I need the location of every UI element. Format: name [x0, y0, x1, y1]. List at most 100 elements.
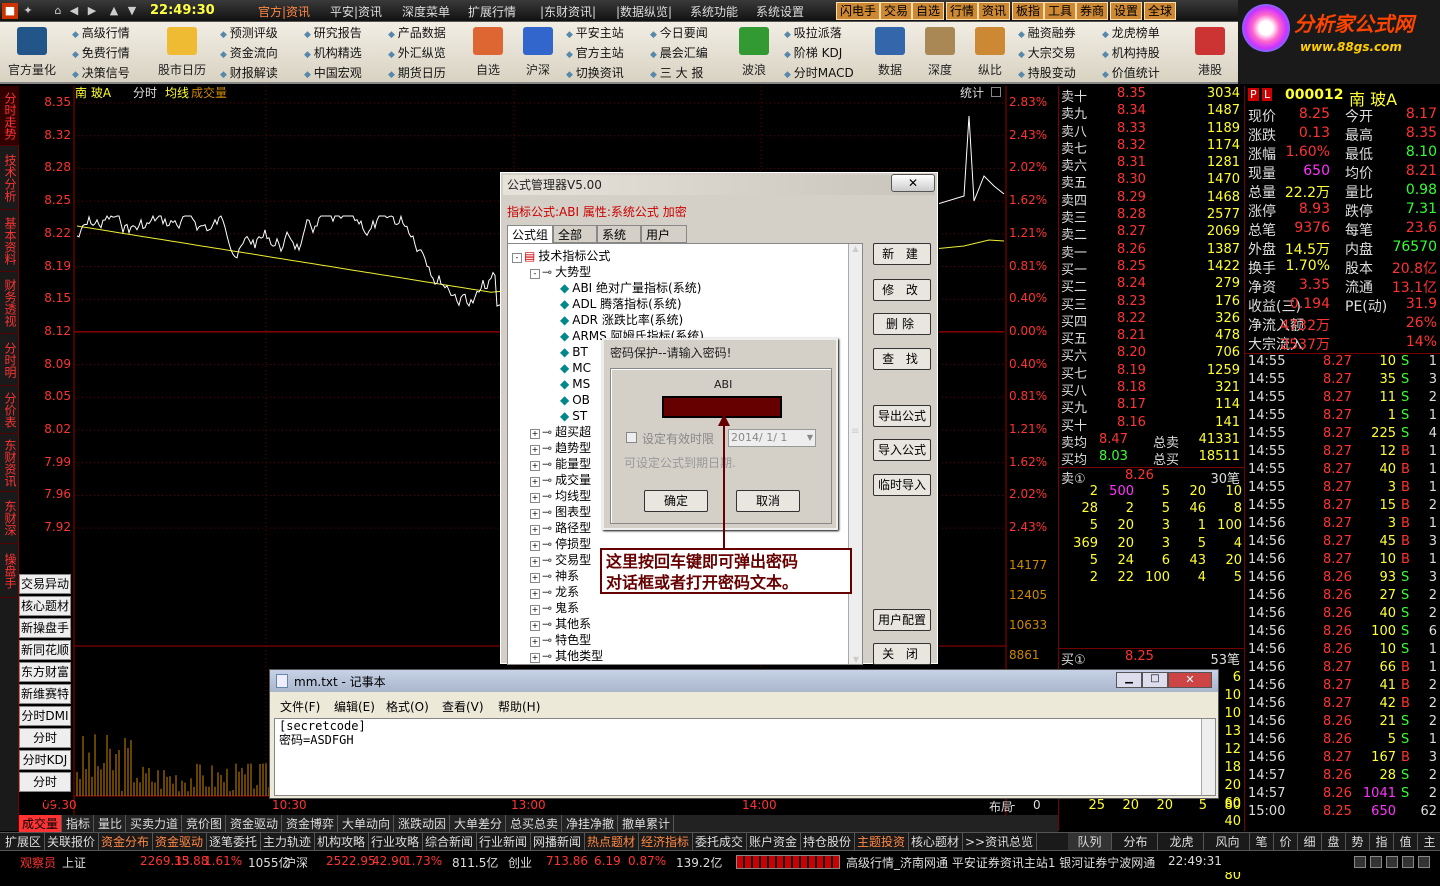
bottom-right-tab[interactable]: 分布 [1114, 833, 1158, 851]
bottom-tab[interactable]: 撤单累计 [619, 815, 675, 833]
tree-node[interactable]: + ⊸ 其他类型 [512, 648, 862, 664]
link-icon[interactable] [1418, 856, 1430, 868]
dialog-tab[interactable]: 系统 [597, 225, 641, 243]
tree-expander-icon[interactable]: + [530, 621, 540, 631]
dialog-button[interactable]: 修 改 [873, 279, 931, 301]
order-row[interactable]: 买五 8.21 478 [1059, 328, 1244, 347]
bottom-icon-tab[interactable]: 笔 [1250, 833, 1274, 851]
order-row[interactable]: 卖六 8.31 1281 [1059, 155, 1244, 174]
bottom-nav-item[interactable]: 持仓股份 [800, 833, 856, 851]
bottom-tab[interactable]: 买卖力道 [127, 815, 183, 833]
order-row[interactable]: 买八 8.18 321 [1059, 380, 1244, 399]
bottom-icon-tab[interactable]: 细 [1298, 833, 1322, 851]
bottom-tab[interactable]: 量比 [95, 815, 127, 833]
pl-badge[interactable]: P [1248, 88, 1259, 101]
bottom-nav-item[interactable]: 网播新闻 [530, 833, 586, 851]
dialog-tab[interactable]: 公式组 [507, 225, 553, 243]
order-row[interactable]: 卖八 8.33 1189 [1059, 121, 1244, 140]
tree-expander-icon[interactable]: + [530, 493, 540, 503]
index-name[interactable]: 沪深 [284, 854, 308, 871]
bottom-nav-item[interactable]: 扩展区 [2, 833, 46, 851]
tree-expander-icon[interactable]: + [530, 637, 540, 647]
tree-node[interactable]: + ⊸ 特色型 [512, 632, 862, 648]
bottom-tab[interactable]: 指标 [63, 815, 95, 833]
indicator-button[interactable]: 新维赛特 [19, 684, 71, 704]
order-row[interactable]: 买十 8.16 141 [1059, 415, 1244, 434]
menu-item[interactable]: 系统设置 [756, 3, 804, 20]
bottom-nav-item[interactable]: 行业攻略 [368, 833, 424, 851]
message-icon[interactable] [1354, 856, 1366, 868]
tree-node[interactable]: ◆ ABI 绝对广量指标(系统) [512, 280, 862, 296]
tree-expander-icon[interactable]: + [530, 573, 540, 583]
left-tab[interactable]: 分价表 [0, 386, 19, 434]
bottom-icon-tab[interactable]: 盘 [1322, 833, 1346, 851]
notepad-menu-item[interactable]: 帮助(H) [498, 698, 540, 715]
bottom-nav-item[interactable]: 经济指标 [638, 833, 694, 851]
l-badge[interactable]: L [1262, 88, 1273, 101]
toolbar-link[interactable]: 研究报告 [304, 24, 384, 44]
tree-expander-icon[interactable]: + [530, 509, 540, 519]
indicator-button[interactable]: 分时DMI [19, 706, 71, 726]
indicator-button[interactable]: 东方财富 [19, 662, 71, 682]
chart-foot-label[interactable]: - [1011, 798, 1015, 812]
play-icon[interactable] [1402, 856, 1414, 868]
notepad-menu-item[interactable]: 格式(O) [386, 698, 429, 715]
left-tab[interactable]: 基本资料 [0, 210, 19, 272]
bottom-tab[interactable]: 大单动向 [339, 815, 395, 833]
order-row[interactable]: 卖五 8.30 1470 [1059, 172, 1244, 191]
back-icon[interactable]: ◀ [66, 3, 82, 19]
bottom-nav-item[interactable]: 委托成交 [692, 833, 748, 851]
dialog-button[interactable]: 临时导入 [873, 474, 931, 496]
bottom-nav-item[interactable]: 资金驱动 [152, 833, 208, 851]
left-tab[interactable]: 技术分析 [0, 146, 19, 210]
maximize-icon[interactable]: □ [1142, 672, 1168, 688]
bottom-icon-tab[interactable]: 价 [1274, 833, 1298, 851]
notepad-menu-item[interactable]: 编辑(E) [334, 698, 375, 715]
pwd-cancel-button[interactable]: 取消 [736, 490, 800, 512]
toolbar-button[interactable]: 港股 [1184, 23, 1236, 83]
notepad-menu-item[interactable]: 文件(F) [280, 698, 320, 715]
toolbar-link[interactable]: 龙虎榜单 [1102, 24, 1182, 44]
toolbar-link[interactable]: 机构精选 [304, 44, 384, 64]
bottom-icon-tab[interactable]: 指 [1370, 833, 1394, 851]
quick-button[interactable]: 行情 [946, 2, 979, 20]
toolbar-link[interactable]: 资金流向 [220, 44, 300, 64]
order-row[interactable]: 卖四 8.29 1468 [1059, 190, 1244, 209]
tree-node[interactable]: ◆ ADR 涨跌比率(系统) [512, 312, 862, 328]
order-row[interactable]: 卖十 8.35 3034 [1059, 86, 1244, 105]
indicator-button[interactable]: 核心题材 [19, 596, 71, 616]
toolbar-link[interactable]: 价值统计 [1102, 64, 1182, 84]
order-row[interactable]: 买六 8.20 706 [1059, 345, 1244, 364]
indicator-button[interactable]: 分时KDJ [19, 750, 71, 770]
bottom-tab[interactable]: 竞价图 [183, 815, 227, 833]
order-row[interactable]: 卖二 8.27 2069 [1059, 224, 1244, 243]
bottom-right-tab[interactable]: 风向 [1206, 833, 1250, 851]
pwd-ok-button[interactable]: 确定 [644, 490, 708, 512]
up-icon[interactable]: ▲ [106, 3, 122, 19]
menu-item[interactable]: |东财资讯| [540, 3, 596, 20]
tree-scrollbar[interactable]: ▲ ≡ ▼ [848, 244, 862, 664]
order-row[interactable]: 卖一 8.26 1387 [1059, 242, 1244, 261]
menu-item[interactable]: 系统功能 [690, 3, 738, 20]
tree-expander-icon[interactable]: + [530, 525, 540, 535]
toolbar-link[interactable]: 三 大 报 [650, 64, 730, 84]
notepad-scrollbar[interactable] [1201, 719, 1215, 795]
indicator-button[interactable]: 新同花顺 [19, 640, 71, 660]
dialog-tab[interactable]: 全部 [553, 225, 597, 243]
quick-button[interactable]: 券商 [1076, 2, 1109, 20]
order-row[interactable]: 买四 8.22 326 [1059, 311, 1244, 330]
toolbar-link[interactable]: 中国宏观 [304, 64, 384, 84]
bottom-nav-item[interactable]: 资金分布 [98, 833, 154, 851]
menu-item[interactable]: 平安|资讯 [330, 3, 382, 20]
bottom-tab[interactable]: 成交量 [19, 815, 63, 833]
dialog-button[interactable]: 关 闭 [873, 643, 931, 665]
chart-foot-label[interactable]: 0 [1033, 798, 1041, 812]
quick-button[interactable]: 闪电手 [836, 2, 881, 20]
dialog-button[interactable]: 导出公式 [873, 405, 931, 427]
dialog-button[interactable]: 导入公式 [873, 439, 931, 461]
mail-icon[interactable] [1370, 856, 1382, 868]
order-row[interactable]: 卖三 8.28 2577 [1059, 207, 1244, 226]
quick-button[interactable]: 板指 [1012, 2, 1045, 20]
menu-item[interactable]: 深度菜单 [402, 3, 450, 20]
order-row[interactable]: 买二 8.24 279 [1059, 276, 1244, 295]
